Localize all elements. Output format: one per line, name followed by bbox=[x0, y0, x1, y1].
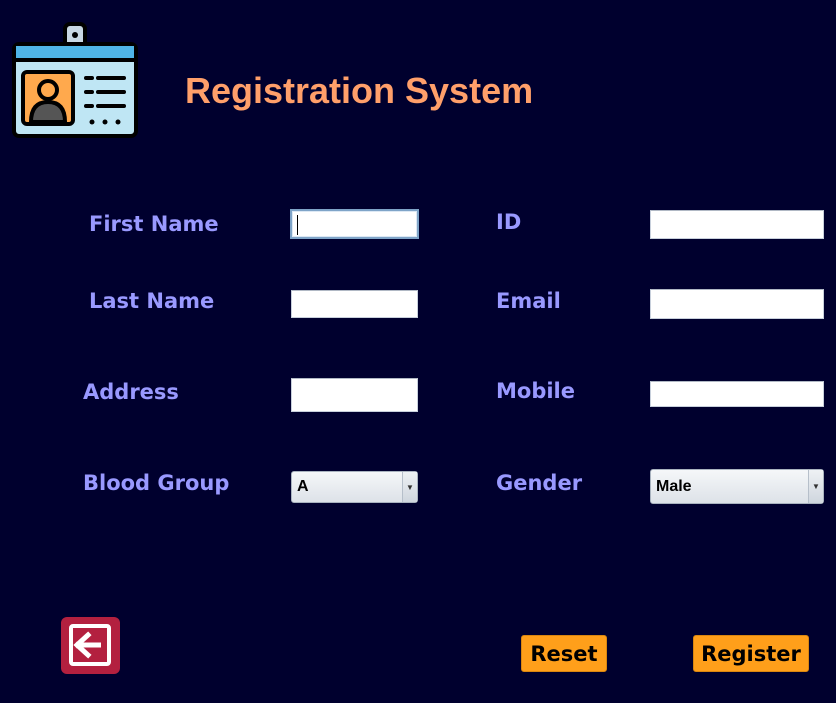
email-label: Email bbox=[496, 289, 561, 313]
email-input[interactable] bbox=[650, 289, 824, 319]
gender-select[interactable]: Male ▼ bbox=[650, 469, 824, 504]
gender-selected: Male bbox=[656, 477, 692, 495]
back-button[interactable] bbox=[61, 617, 120, 674]
chevron-down-icon[interactable]: ▼ bbox=[402, 472, 417, 502]
exit-arrow-icon bbox=[69, 624, 111, 666]
blood-group-label: Blood Group bbox=[83, 471, 230, 495]
last-name-label: Last Name bbox=[89, 289, 215, 313]
id-card-icon bbox=[10, 22, 140, 142]
page-title: Registration System bbox=[185, 70, 534, 111]
blood-group-selected: A bbox=[297, 478, 309, 495]
gender-label: Gender bbox=[496, 471, 583, 495]
last-name-input[interactable] bbox=[291, 290, 418, 318]
chevron-down-icon[interactable]: ▼ bbox=[808, 470, 823, 503]
address-input[interactable] bbox=[291, 378, 418, 412]
mobile-input[interactable] bbox=[650, 381, 824, 407]
register-button[interactable]: Register bbox=[693, 635, 809, 672]
text-caret bbox=[297, 215, 298, 235]
address-label: Address bbox=[83, 380, 179, 404]
mobile-label: Mobile bbox=[496, 379, 575, 403]
first-name-input[interactable] bbox=[290, 209, 419, 239]
id-label: ID bbox=[496, 210, 522, 234]
first-name-label: First Name bbox=[89, 212, 219, 236]
id-input[interactable] bbox=[650, 210, 824, 239]
blood-group-select[interactable]: A ▼ bbox=[291, 471, 418, 503]
reset-button[interactable]: Reset bbox=[521, 635, 607, 672]
